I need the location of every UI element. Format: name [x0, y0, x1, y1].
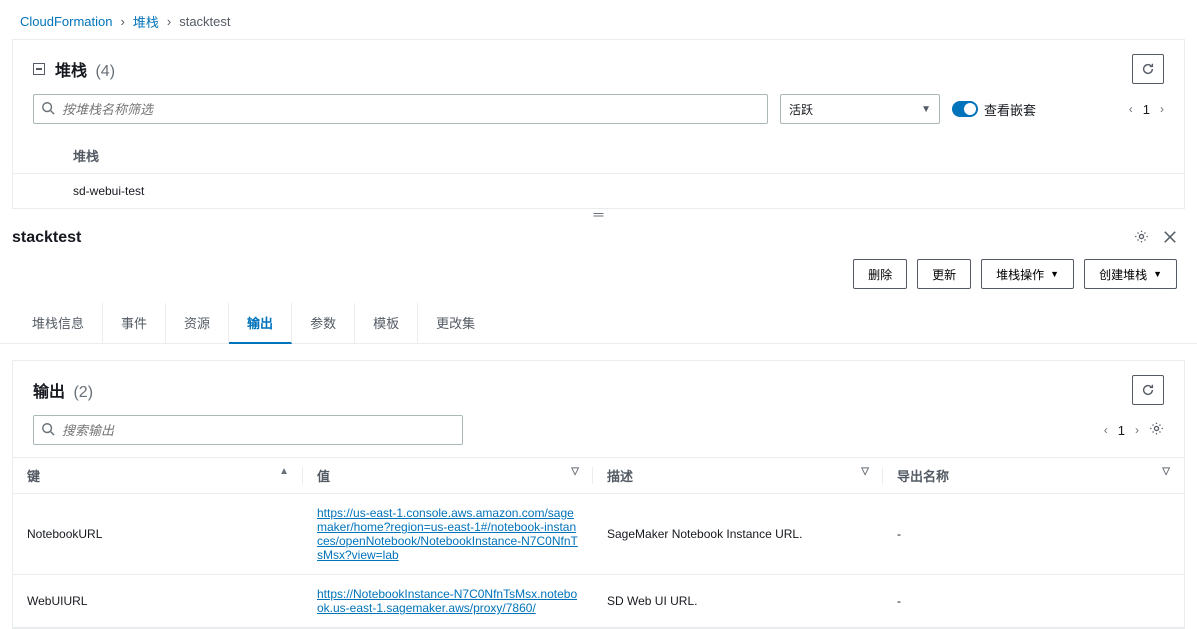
- toggle-on-icon: [952, 101, 978, 117]
- breadcrumb-stacks[interactable]: 堆栈: [133, 12, 159, 31]
- detail-tabs: 堆栈信息 事件 资源 输出 参数 模板 更改集: [0, 303, 1197, 344]
- create-stack-button[interactable]: 创建堆栈▼: [1084, 259, 1177, 289]
- close-icon[interactable]: [1163, 230, 1177, 247]
- stacks-title: 堆栈 (4): [55, 57, 115, 81]
- output-desc: SageMaker Notebook Instance URL.: [593, 494, 883, 575]
- stacks-col-header: 堆栈: [13, 138, 1184, 174]
- splitter-handle[interactable]: ═: [0, 209, 1197, 219]
- search-icon: [41, 422, 55, 439]
- output-value-link[interactable]: https://us-east-1.console.aws.amazon.com…: [317, 506, 578, 562]
- breadcrumb: CloudFormation › 堆栈 › stacktest: [0, 0, 1197, 39]
- stack-search-input[interactable]: [33, 94, 768, 124]
- page-next[interactable]: ›: [1135, 423, 1139, 437]
- sort-icon: ▽: [1162, 466, 1170, 477]
- tab-info[interactable]: 堆栈信息: [14, 303, 103, 343]
- detail-header: stacktest: [0, 219, 1197, 253]
- output-value-link[interactable]: https://NotebookInstance-N7C0NfnTsMsx.no…: [317, 587, 577, 615]
- refresh-icon: [1141, 62, 1155, 76]
- tab-changesets[interactable]: 更改集: [418, 303, 493, 343]
- breadcrumb-current: stacktest: [179, 14, 230, 29]
- table-row: WebUIURL https://NotebookInstance-N7C0Nf…: [13, 575, 1184, 628]
- sort-icon: ▽: [571, 466, 579, 477]
- refresh-button[interactable]: [1132, 54, 1164, 84]
- refresh-button[interactable]: [1132, 375, 1164, 405]
- stack-name-title: stacktest: [12, 229, 81, 247]
- stack-actions: 删除 更新 堆栈操作▼ 创建堆栈▼: [0, 253, 1197, 303]
- output-export: -: [883, 494, 1184, 575]
- outputs-pager: ‹ 1 ›: [1104, 421, 1164, 439]
- search-icon: [41, 101, 55, 118]
- outputs-search-input[interactable]: [33, 415, 463, 445]
- tab-events[interactable]: 事件: [103, 303, 166, 343]
- sort-asc-icon: ▲: [279, 466, 289, 477]
- tab-resources[interactable]: 资源: [166, 303, 229, 343]
- gear-icon[interactable]: [1134, 229, 1149, 247]
- output-export: -: [883, 575, 1184, 628]
- collapse-icon[interactable]: [33, 63, 45, 75]
- tab-params[interactable]: 参数: [292, 303, 355, 343]
- outputs-title: 输出 (2): [33, 378, 93, 402]
- page-next[interactable]: ›: [1160, 102, 1164, 116]
- status-filter-dropdown[interactable]: 活跃 ▼: [780, 94, 940, 124]
- page-prev[interactable]: ‹: [1129, 102, 1133, 116]
- gear-icon[interactable]: [1149, 421, 1164, 439]
- stacks-panel: 堆栈 (4) 活跃 ▼ 查看嵌套 ‹ 1 › 堆栈 sd-webui-test: [12, 39, 1185, 209]
- outputs-search: [33, 415, 463, 445]
- view-nested-toggle[interactable]: 查看嵌套: [952, 100, 1036, 119]
- caret-down-icon: ▼: [1050, 269, 1059, 279]
- tab-template[interactable]: 模板: [355, 303, 418, 343]
- stacks-pager: ‹ 1 ›: [1129, 102, 1164, 117]
- col-key[interactable]: 键▲: [13, 458, 303, 494]
- breadcrumb-root[interactable]: CloudFormation: [20, 14, 113, 29]
- stack-ops-button[interactable]: 堆栈操作▼: [981, 259, 1074, 289]
- table-row: NotebookURL https://us-east-1.console.aw…: [13, 494, 1184, 575]
- output-key: NotebookURL: [13, 494, 303, 575]
- col-desc[interactable]: 描述▽: [593, 458, 883, 494]
- outputs-panel: 输出 (2) ‹ 1 › 键▲ 值▽ 描述▽ 导出名称▽: [12, 360, 1185, 629]
- page-number: 1: [1143, 102, 1150, 117]
- refresh-icon: [1141, 383, 1155, 397]
- chevron-right-icon: ›: [167, 14, 171, 29]
- tab-outputs[interactable]: 输出: [229, 303, 292, 344]
- sort-icon: ▽: [861, 466, 869, 477]
- update-button[interactable]: 更新: [917, 259, 971, 289]
- delete-button[interactable]: 删除: [853, 259, 907, 289]
- page-number: 1: [1118, 423, 1125, 438]
- table-row[interactable]: sd-webui-test: [13, 174, 1184, 208]
- output-desc: SD Web UI URL.: [593, 575, 883, 628]
- output-key: WebUIURL: [13, 575, 303, 628]
- caret-down-icon: ▼: [921, 104, 931, 115]
- page-prev[interactable]: ‹: [1104, 423, 1108, 437]
- col-export[interactable]: 导出名称▽: [883, 458, 1184, 494]
- stack-search: [33, 94, 768, 124]
- col-value[interactable]: 值▽: [303, 458, 593, 494]
- caret-down-icon: ▼: [1153, 269, 1162, 279]
- chevron-right-icon: ›: [121, 14, 125, 29]
- outputs-table: 键▲ 值▽ 描述▽ 导出名称▽ NotebookURL https://us-e…: [13, 457, 1184, 628]
